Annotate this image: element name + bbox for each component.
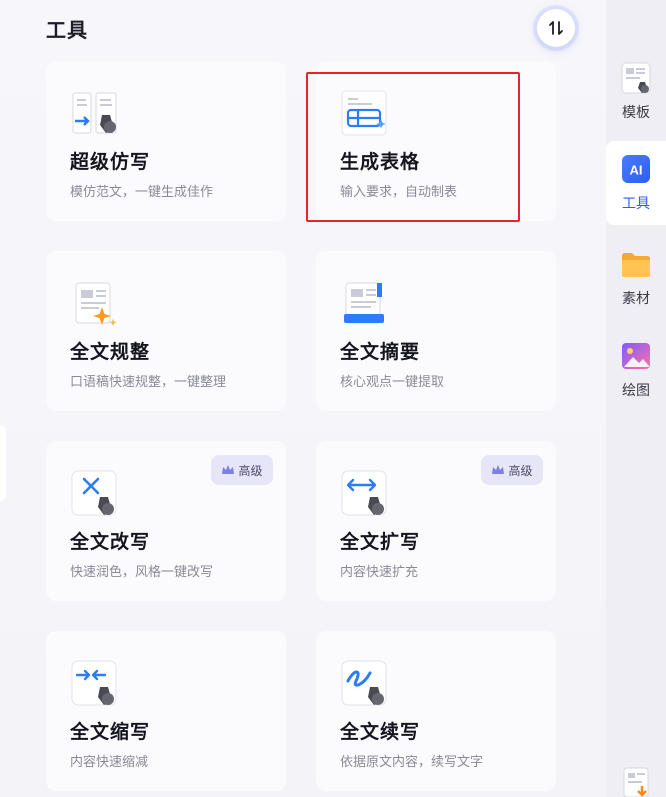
ai-icon-text: AI	[630, 163, 643, 178]
expand-icon	[341, 470, 387, 516]
card-desc: 核心观点一键提取	[340, 375, 445, 390]
ai-icon: AI	[622, 155, 650, 183]
card-title: 全文缩写	[70, 721, 151, 743]
badge-label: 高级	[508, 463, 533, 478]
card-desc: 口语稿快速规整，一键整理	[70, 375, 227, 390]
crown-icon	[492, 465, 505, 474]
card-desc: 内容快速扩充	[340, 565, 419, 580]
left-collapse-handle[interactable]	[0, 425, 6, 501]
copy-write-icon	[72, 92, 117, 134]
shrink-icon	[71, 660, 117, 706]
sidebar-item-materials[interactable]: 素材	[606, 236, 666, 320]
crown-icon	[222, 465, 235, 474]
sidebar-item-label: 模板	[622, 105, 650, 121]
premium-badge: 高级	[481, 455, 543, 485]
card-title: 全文规整	[70, 341, 151, 363]
card-desc: 输入要求，自动制表	[340, 185, 458, 200]
card-title: 全文摘要	[340, 341, 421, 363]
tools-panel: 工具 超级仿写 模仿范文，一键生成佳作 生成表格 输入要求，自动制表 全文规整 …	[0, 0, 606, 797]
tool-card-full-text-expand[interactable]: 高级 全文扩写 内容快速扩充	[316, 441, 556, 601]
tool-card-super-imitate[interactable]: 超级仿写 模仿范文，一键生成佳作	[46, 61, 286, 221]
sidebar-item-label: 绘图	[622, 383, 650, 399]
badge-label: 高级	[238, 463, 263, 478]
sparkle-doc-icon	[75, 282, 117, 326]
premium-badge: 高级	[211, 455, 273, 485]
folder-icon	[622, 253, 650, 277]
sort-button[interactable]	[537, 9, 575, 47]
tool-card-generate-table[interactable]: 生成表格 输入要求，自动制表	[316, 61, 556, 221]
card-desc: 模仿范文，一键生成佳作	[70, 185, 214, 200]
card-title: 全文扩写	[340, 531, 421, 553]
card-desc: 快速润色，风格一键改写	[70, 565, 214, 580]
tool-card-full-text-shrink[interactable]: 全文缩写 内容快速缩减	[46, 631, 286, 791]
page-title: 工具	[46, 18, 88, 42]
sidebar-item-tools[interactable]: AI 工具	[606, 141, 666, 225]
card-desc: 依据原文内容，续写文字	[340, 755, 484, 770]
template-icon	[621, 62, 651, 94]
rewrite-icon	[71, 470, 117, 516]
summary-doc-icon	[344, 282, 384, 324]
right-sidebar: 模板 AI 工具 素材 绘图	[606, 0, 666, 797]
tool-card-full-text-continue[interactable]: 全文续写 依据原文内容，续写文字	[316, 631, 556, 791]
sort-icon	[549, 21, 563, 35]
card-title: 全文续写	[340, 721, 421, 743]
tool-card-full-text-summary[interactable]: 全文摘要 核心观点一键提取	[316, 251, 556, 411]
sidebar-item-label: 素材	[622, 291, 650, 307]
card-title: 超级仿写	[70, 151, 151, 173]
export-doc-icon[interactable]	[622, 766, 652, 797]
continue-icon	[341, 660, 387, 706]
table-icon	[341, 90, 387, 136]
card-desc: 内容快速缩减	[70, 755, 149, 770]
card-title: 全文改写	[70, 531, 151, 553]
tool-card-full-text-organize[interactable]: 全文规整 口语稿快速规整，一键整理	[46, 251, 286, 411]
sidebar-item-templates[interactable]: 模板	[606, 50, 666, 134]
sidebar-item-label: 工具	[622, 196, 650, 212]
sidebar-item-drawing[interactable]: 绘图	[606, 328, 666, 412]
image-icon	[622, 343, 650, 369]
tool-card-full-text-rewrite[interactable]: 高级 全文改写 快速润色，风格一键改写	[46, 441, 286, 601]
card-title: 生成表格	[340, 151, 421, 173]
